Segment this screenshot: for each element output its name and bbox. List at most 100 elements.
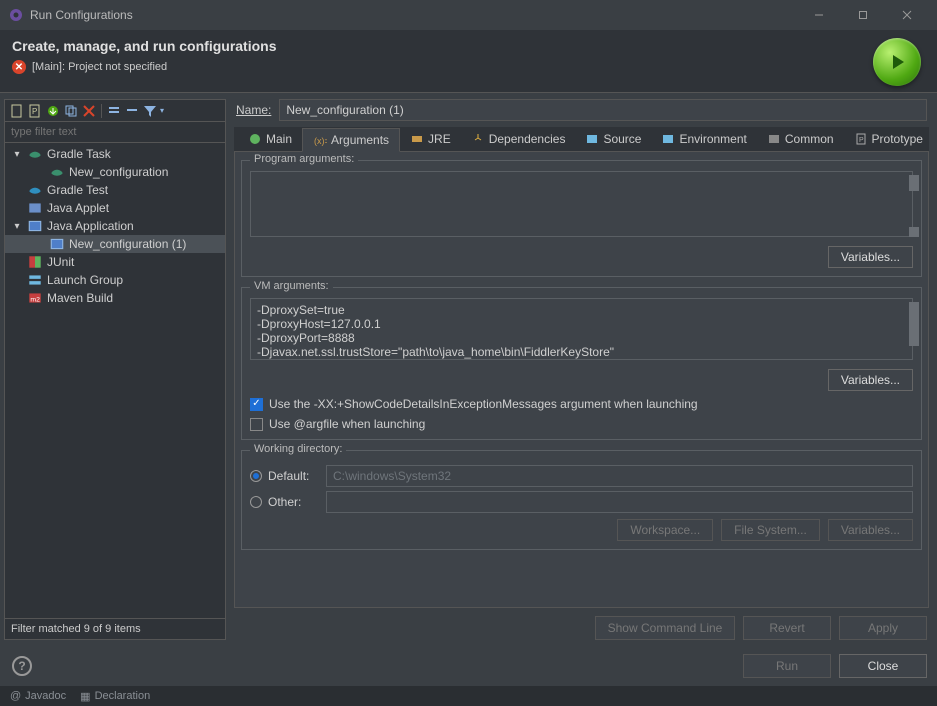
maven-icon: m2: [27, 291, 43, 305]
tree-item-new-config-1[interactable]: New_configuration (1): [5, 235, 225, 253]
radio-other-label: Other:: [268, 495, 320, 509]
default-dir-field: [326, 465, 913, 487]
group-vm-arguments: VM arguments: Variables... Use the -XX:+…: [241, 287, 922, 440]
svg-text:P: P: [32, 107, 37, 116]
working-dir-variables-button[interactable]: Variables...: [828, 519, 913, 541]
java-app-icon: [49, 237, 65, 251]
vm-args-input[interactable]: [250, 298, 913, 360]
tree-item-launch-group[interactable]: Launch Group: [5, 271, 225, 289]
declaration-icon: ▦: [80, 690, 90, 703]
run-icon: [873, 38, 921, 86]
tab-source[interactable]: Source: [575, 128, 651, 150]
program-args-variables-button[interactable]: Variables...: [828, 246, 913, 268]
program-args-input[interactable]: [250, 171, 913, 237]
svg-text:m2: m2: [30, 296, 40, 303]
checkbox-argfile[interactable]: [250, 418, 263, 431]
jre-tab-icon: [410, 132, 424, 146]
workspace-button[interactable]: Workspace...: [617, 519, 713, 541]
apply-button[interactable]: Apply: [839, 616, 927, 640]
scrollbar-thumb[interactable]: [909, 227, 919, 237]
java-app-icon: [27, 219, 43, 233]
tree-item-new-config-gradle[interactable]: New_configuration: [5, 163, 225, 181]
filter-icon[interactable]: [142, 103, 158, 119]
tree-item-java-applet[interactable]: Java Applet: [5, 199, 225, 217]
close-dialog-button[interactable]: Close: [839, 654, 927, 678]
tab-jre[interactable]: JRE: [400, 128, 461, 150]
chevron-down-icon[interactable]: ▾: [11, 221, 23, 232]
revert-button[interactable]: Revert: [743, 616, 831, 640]
tab-prototype[interactable]: PPrototype: [844, 128, 933, 150]
minimize-button[interactable]: [797, 0, 841, 30]
radio-default-label: Default:: [268, 469, 320, 483]
svg-text:(x)=: (x)=: [314, 136, 327, 146]
close-button[interactable]: [885, 0, 929, 30]
status-declaration[interactable]: ▦ Declaration: [80, 690, 150, 703]
radio-other[interactable]: [250, 496, 262, 508]
left-toolbar: P ▾: [5, 100, 225, 122]
svg-text:P: P: [859, 137, 864, 144]
filter-status: Filter matched 9 of 9 items: [5, 618, 225, 639]
new-config-icon[interactable]: [9, 103, 25, 119]
config-tree: ▾ Gradle Task New_configuration Gradle T…: [5, 143, 225, 618]
tab-dependencies[interactable]: Dependencies: [461, 128, 576, 150]
arguments-tab-icon: (x)=: [313, 133, 327, 147]
source-tab-icon: [585, 132, 599, 146]
help-icon[interactable]: ?: [12, 656, 32, 676]
tree-item-gradle-task[interactable]: ▾ Gradle Task: [5, 145, 225, 163]
vm-args-label: VM arguments:: [250, 280, 333, 292]
junit-icon: [27, 255, 43, 269]
tree-item-java-application[interactable]: ▾ Java Application: [5, 217, 225, 235]
maximize-button[interactable]: [841, 0, 885, 30]
environment-tab-icon: [661, 132, 675, 146]
run-button[interactable]: Run: [743, 654, 831, 678]
tree-item-junit[interactable]: JUnit: [5, 253, 225, 271]
collapse-all-icon[interactable]: [124, 103, 140, 119]
checkbox-xx-showcodedetails[interactable]: [250, 398, 263, 411]
gradle-icon: [27, 147, 43, 161]
vm-args-variables-button[interactable]: Variables...: [828, 369, 913, 391]
tab-arguments[interactable]: (x)=Arguments: [302, 128, 400, 152]
expand-all-icon[interactable]: [106, 103, 122, 119]
delete-icon[interactable]: [81, 103, 97, 119]
scrollbar-thumb[interactable]: [909, 175, 919, 191]
tab-main[interactable]: Main: [238, 128, 302, 150]
gradle-icon: [49, 165, 65, 179]
launch-group-icon: [27, 273, 43, 287]
common-tab-icon: [767, 132, 781, 146]
scrollbar-thumb[interactable]: [909, 302, 919, 346]
tab-common[interactable]: Common: [757, 128, 844, 150]
tree-filter-input[interactable]: [5, 122, 225, 143]
tree-item-maven-build[interactable]: m2 Maven Build: [5, 289, 225, 307]
error-message: [Main]: Project not specified: [32, 61, 167, 73]
tree-item-gradle-test[interactable]: Gradle Test: [5, 181, 225, 199]
checkbox-argfile-label: Use @argfile when launching: [269, 417, 425, 431]
page-title: Create, manage, and run configurations: [12, 38, 873, 54]
other-dir-field[interactable]: [326, 491, 913, 513]
separator: [101, 104, 102, 118]
radio-default[interactable]: [250, 470, 262, 482]
prototype-tab-icon: P: [854, 132, 868, 146]
dependencies-tab-icon: [471, 132, 485, 146]
export-icon[interactable]: [45, 103, 61, 119]
filter-dropdown-icon[interactable]: ▾: [160, 106, 164, 115]
show-command-line-button[interactable]: Show Command Line: [595, 616, 735, 640]
window-title: Run Configurations: [30, 8, 797, 22]
program-args-label: Program arguments:: [250, 153, 358, 165]
tab-environment[interactable]: Environment: [651, 128, 756, 150]
main-tab-icon: [248, 132, 262, 146]
name-input[interactable]: [279, 99, 927, 121]
error-icon: ✕: [12, 60, 26, 74]
applet-icon: [27, 201, 43, 215]
new-prototype-icon[interactable]: P: [27, 103, 43, 119]
status-javadoc[interactable]: @ Javadoc: [10, 690, 66, 702]
group-working-directory: Working directory: Default: Other: Works…: [241, 450, 922, 550]
checkbox-xx-label: Use the -XX:+ShowCodeDetailsInExceptionM…: [269, 397, 698, 411]
tab-bar: Main (x)=Arguments JRE Dependencies Sour…: [234, 127, 929, 152]
chevron-down-icon[interactable]: ▾: [11, 149, 23, 160]
working-dir-label: Working directory:: [250, 443, 346, 455]
app-icon: [8, 7, 24, 23]
name-label: Name:: [236, 103, 271, 117]
gradle-test-icon: [27, 183, 43, 197]
filesystem-button[interactable]: File System...: [721, 519, 820, 541]
duplicate-icon[interactable]: [63, 103, 79, 119]
